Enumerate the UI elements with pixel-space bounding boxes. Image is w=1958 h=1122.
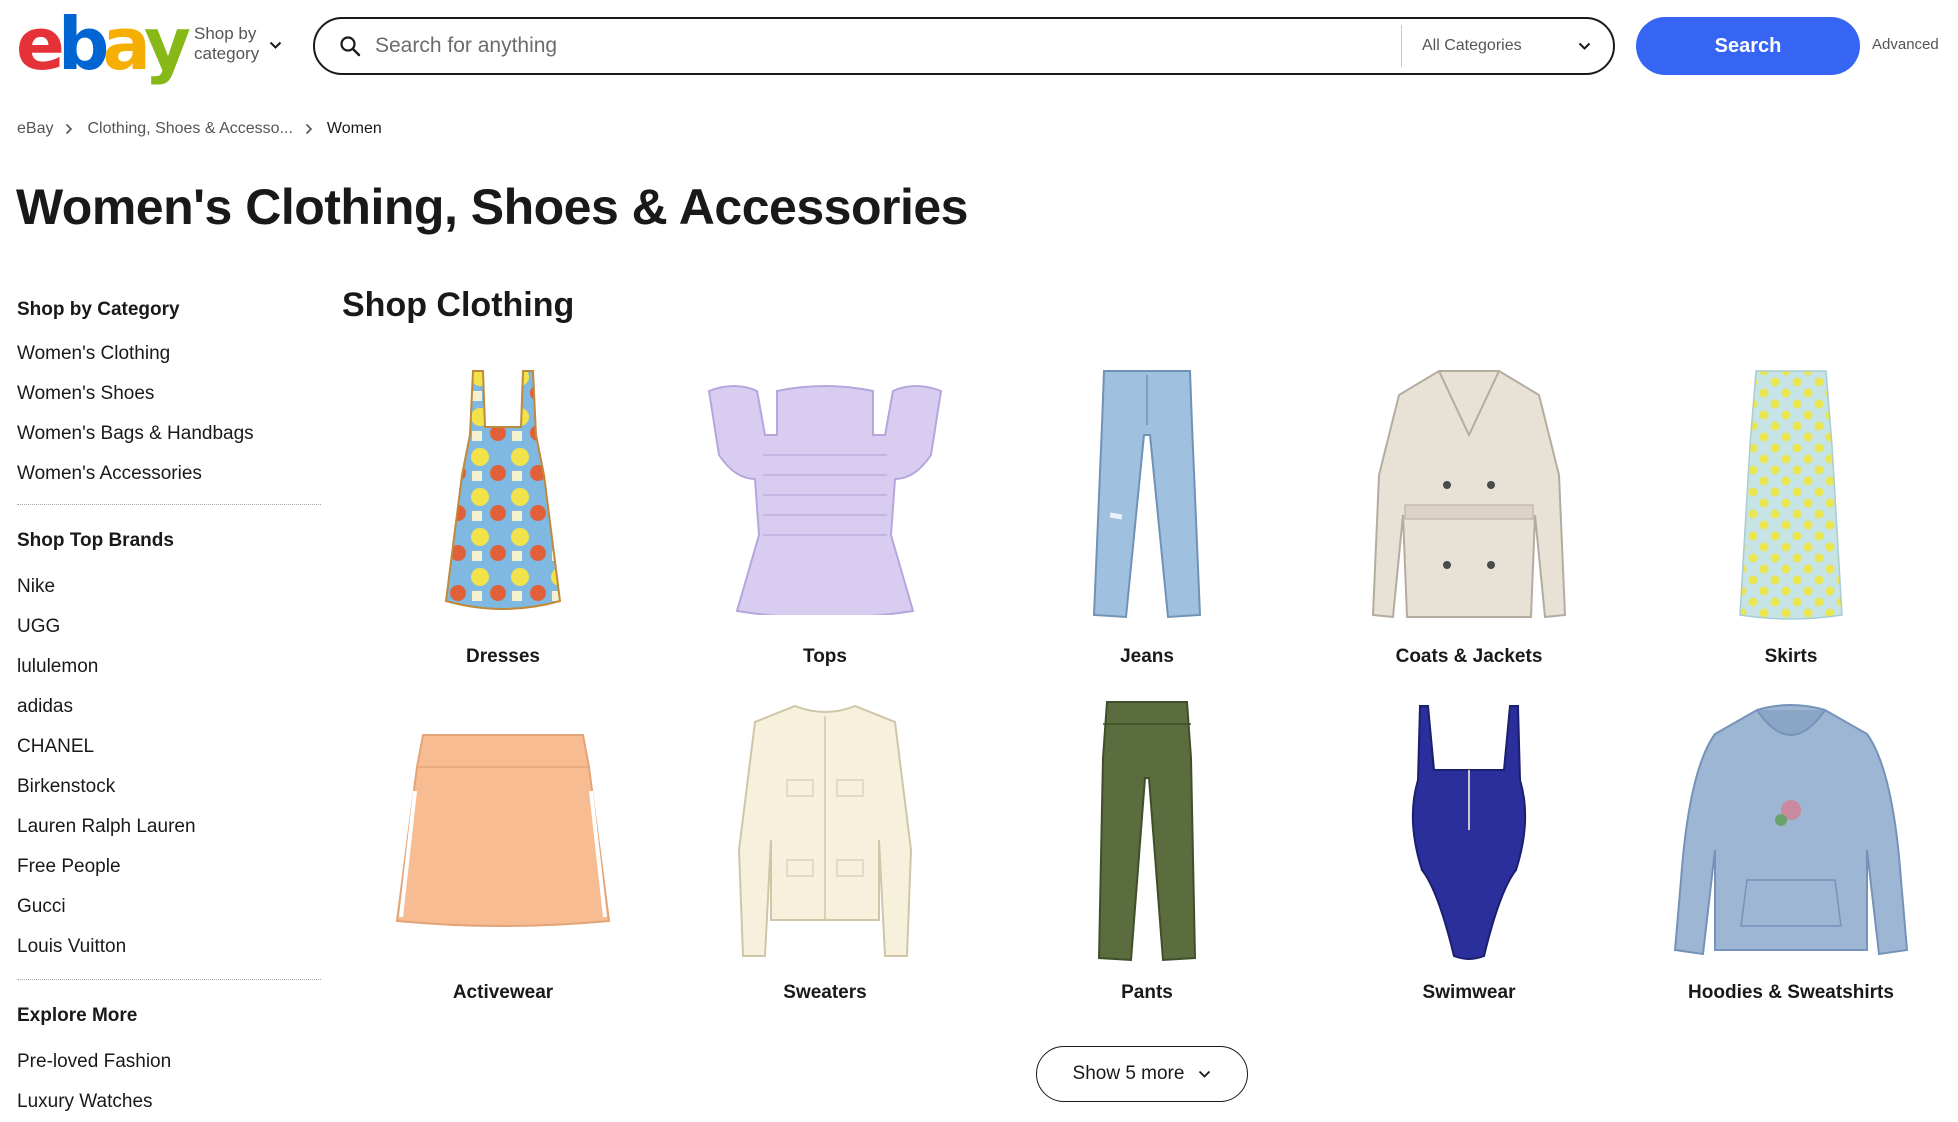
category-label: Pants <box>1121 982 1173 1003</box>
sidebar-heading-explore: Explore More <box>17 1005 138 1026</box>
chevron-down-icon <box>269 41 282 49</box>
header: ebay Shop by category All Categories Sea… <box>0 0 1958 92</box>
page-title: Women's Clothing, Shoes & Accessories <box>16 179 968 235</box>
category-tile-coats[interactable]: Coats & Jackets <box>1308 360 1630 680</box>
sidebar-item-nike[interactable]: Nike <box>17 567 321 607</box>
category-label: Dresses <box>466 646 540 667</box>
chevron-right-icon <box>65 123 73 135</box>
swimsuit-image <box>1308 696 1630 966</box>
jeans-image <box>986 360 1308 630</box>
sidebar-item-chanel[interactable]: CHANEL <box>17 727 321 767</box>
chevron-down-icon <box>1199 1070 1211 1078</box>
category-label: Tops <box>803 646 847 667</box>
show-more-label: Show 5 more <box>1072 1063 1185 1084</box>
category-tile-dresses[interactable]: Dresses <box>342 360 664 680</box>
breadcrumb-item-clothing[interactable]: Clothing, Shoes & Accesso... <box>87 120 292 138</box>
category-tile-skirts[interactable]: Skirts <box>1630 360 1952 680</box>
logo-letter-a: a <box>102 2 151 86</box>
breadcrumb-item-ebay[interactable]: eBay <box>17 120 53 138</box>
category-label: Activewear <box>452 982 554 1003</box>
category-label: Jeans <box>1120 646 1174 667</box>
category-label: Skirts <box>1764 646 1818 667</box>
category-tile-hoodies[interactable]: Hoodies & Sweatshirts <box>1630 696 1952 1016</box>
hoodie-image <box>1630 696 1952 966</box>
top-image <box>664 360 986 630</box>
search-input[interactable] <box>375 34 1415 58</box>
sidebar-heading-category: Shop by Category <box>17 299 180 320</box>
breadcrumb-item-women: Women <box>326 120 382 137</box>
sidebar-item-womens-shoes[interactable]: Women's Shoes <box>17 374 321 414</box>
sidebar-item-womens-accessories[interactable]: Women's Accessories <box>17 454 321 494</box>
category-label: Hoodies & Sweatshirts <box>1688 982 1894 1003</box>
chevron-down-icon <box>1578 42 1591 50</box>
sidebar-item-free-people[interactable]: Free People <box>17 847 321 887</box>
dress-image <box>342 360 664 630</box>
advanced-search-link[interactable]: Advanced <box>1872 36 1939 53</box>
category-label: Coats & Jackets <box>1395 646 1543 667</box>
sidebar-item-louis-vuitton[interactable]: Louis Vuitton <box>17 927 321 967</box>
search-button[interactable]: Search <box>1636 17 1860 75</box>
pants-image <box>986 696 1308 966</box>
shop-by-line1: Shop by <box>194 24 257 43</box>
sidebar-item-adidas[interactable]: adidas <box>17 687 321 727</box>
coat-image <box>1308 360 1630 630</box>
category-label: Swimwear <box>1422 982 1516 1003</box>
sidebar: Shop by Category Women's Clothing Women'… <box>17 298 321 1122</box>
sidebar-item-womens-clothing[interactable]: Women's Clothing <box>17 334 321 374</box>
category-select[interactable]: All Categories <box>1401 25 1609 67</box>
skirt-image <box>1630 360 1952 630</box>
search-icon <box>337 33 363 59</box>
shop-by-category-button[interactable]: Shop by category <box>194 24 282 64</box>
ebay-logo[interactable]: ebay <box>16 2 191 86</box>
section-title: Shop Clothing <box>342 286 575 324</box>
category-tile-activewear[interactable]: Activewear <box>342 696 664 1016</box>
sidebar-item-womens-bags[interactable]: Women's Bags & Handbags <box>17 414 321 454</box>
sidebar-item-lululemon[interactable]: lululemon <box>17 647 321 687</box>
sidebar-heading-brands: Shop Top Brands <box>17 530 174 551</box>
sidebar-item-ugg[interactable]: UGG <box>17 607 321 647</box>
show-more-button[interactable]: Show 5 more <box>1036 1046 1248 1102</box>
category-tile-sweaters[interactable]: Sweaters <box>664 696 986 1016</box>
logo-letter-b: b <box>57 2 109 86</box>
shop-by-line2: category <box>194 44 260 63</box>
sidebar-item-lauren-ralph-lauren[interactable]: Lauren Ralph Lauren <box>17 807 321 847</box>
logo-letter-y: y <box>143 2 191 86</box>
chevron-right-icon <box>305 123 313 135</box>
activewear-image <box>342 696 664 966</box>
sidebar-item-luxury-watches[interactable]: Luxury Watches <box>17 1082 321 1122</box>
sidebar-item-gucci[interactable]: Gucci <box>17 887 321 927</box>
sweater-image <box>664 696 986 966</box>
category-tile-jeans[interactable]: Jeans <box>986 360 1308 680</box>
breadcrumb: eBay Clothing, Shoes & Accesso... Women <box>17 120 382 138</box>
search-bar: All Categories <box>313 17 1615 75</box>
logo-letter-e: e <box>16 2 65 86</box>
category-tile-tops[interactable]: Tops <box>664 360 986 680</box>
category-select-value: All Categories <box>1422 37 1522 54</box>
category-tile-pants[interactable]: Pants <box>986 696 1308 1016</box>
sidebar-item-birkenstock[interactable]: Birkenstock <box>17 767 321 807</box>
category-label: Sweaters <box>783 982 867 1003</box>
sidebar-item-preloved-fashion[interactable]: Pre-loved Fashion <box>17 1042 321 1082</box>
category-tile-swimwear[interactable]: Swimwear <box>1308 696 1630 1016</box>
